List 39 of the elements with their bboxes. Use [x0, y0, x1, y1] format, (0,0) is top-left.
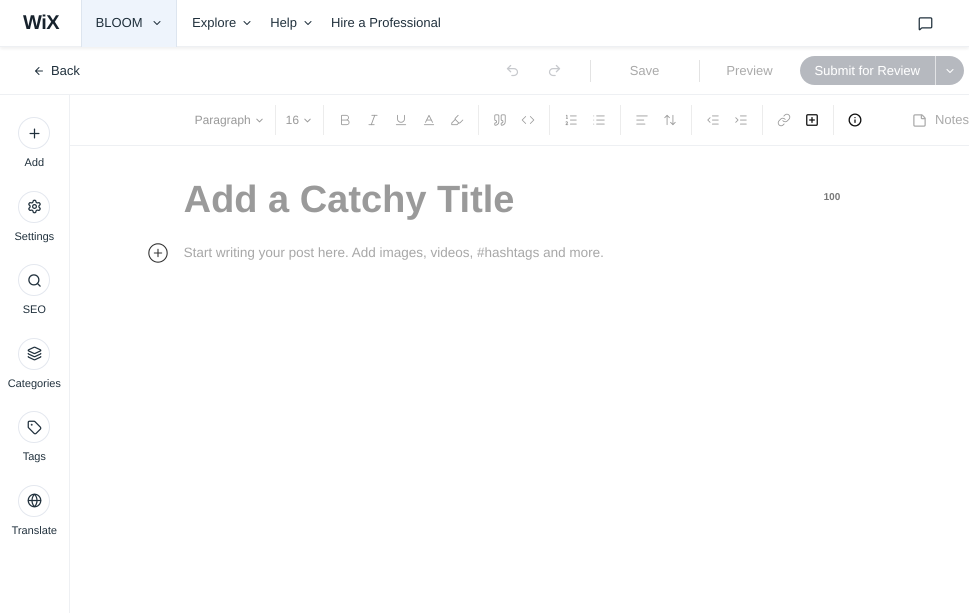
comment-icon[interactable] — [918, 16, 933, 30]
text-color-icon — [422, 113, 436, 127]
sidebar-item[interactable]: Add — [18, 117, 50, 172]
code-icon — [521, 113, 536, 127]
nav-menu[interactable]: Hire a Professional — [330, 13, 441, 33]
line-spacing-icon — [663, 113, 678, 127]
site-menu-tab[interactable]: BLOOM — [81, 0, 178, 46]
search-icon — [26, 272, 42, 288]
globe-icon — [26, 493, 42, 508]
sidebar-item[interactable]: Translate — [12, 484, 58, 539]
outdent-icon — [706, 113, 720, 127]
nav-menu[interactable]: Help — [270, 13, 314, 33]
info-icon — [848, 113, 862, 127]
indent-icon — [734, 113, 748, 127]
underline-icon — [394, 113, 408, 127]
quote-icon — [493, 113, 508, 127]
highlighter-icon — [450, 113, 464, 127]
align-icon — [635, 113, 650, 127]
add-block-icon[interactable] — [146, 242, 169, 264]
back-button[interactable]: Back — [33, 60, 80, 80]
link-icon — [777, 113, 792, 127]
sidebar-item[interactable]: Categories — [8, 338, 61, 392]
logo[interactable]: WiX — [23, 8, 60, 38]
italic-icon — [366, 113, 380, 127]
character-counter: 100 — [824, 191, 840, 205]
sidebar-item[interactable]: Settings — [14, 190, 54, 245]
plus-icon — [26, 126, 42, 140]
sidebar-item[interactable]: SEO — [18, 264, 50, 318]
embed-icon — [805, 113, 820, 127]
tag-icon — [26, 420, 42, 434]
undo-icon[interactable] — [504, 63, 520, 78]
notes-icon — [912, 112, 928, 128]
sidebar-item[interactable]: Tags — [18, 411, 50, 466]
redo-icon[interactable] — [546, 63, 562, 78]
bold-icon — [338, 113, 352, 127]
settings-icon — [26, 199, 42, 214]
numbered-list-icon — [564, 113, 578, 127]
arrow-left-icon — [33, 64, 45, 76]
nav-menu[interactable]: Explore — [192, 13, 254, 33]
